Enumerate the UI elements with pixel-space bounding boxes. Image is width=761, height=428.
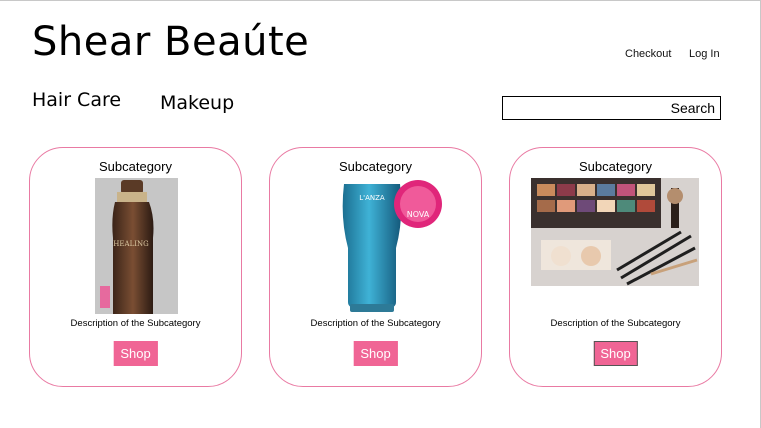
nav-hair-care[interactable]: Hair Care [32,89,121,111]
card-description: Description of the Subcategory [70,318,201,329]
checkout-link[interactable]: Checkout [625,48,671,60]
card-title: Subcategory [579,159,652,174]
card-description: Description of the Subcategory [550,318,681,329]
hair-oil-bottle-photo: HEALING [95,178,178,314]
nav-makeup[interactable]: Makeup [160,92,234,114]
svg-text:L'ANZA: L'ANZA [359,194,385,202]
card-title: Subcategory [99,159,172,174]
card-title: Subcategory [339,159,412,174]
subcategory-card-3: Subcategory Description of the Subcatego… [509,147,722,387]
search-input[interactable] [503,97,724,119]
brand-title: Shear Beaúte [32,19,310,65]
search-box[interactable]: Search [502,96,724,120]
subcategory-card-1: Subcategory HEALING Description of the S… [29,147,242,387]
shop-button[interactable]: Shop [113,341,158,366]
makeup-palette-brushes-photo [531,178,699,286]
card-description: Description of the Subcategory [310,318,441,329]
shop-button[interactable]: Shop [593,341,638,366]
blue-conditioner-bottle-photo: L'ANZA NOVA [306,178,446,314]
subcategory-card-2: Subcategory L'ANZA NOVA Description of t… [269,147,482,387]
svg-text:HEALING: HEALING [113,240,149,248]
svg-text:NOVA: NOVA [407,210,430,219]
login-link[interactable]: Log In [689,48,720,60]
shop-button[interactable]: Shop [353,341,398,366]
